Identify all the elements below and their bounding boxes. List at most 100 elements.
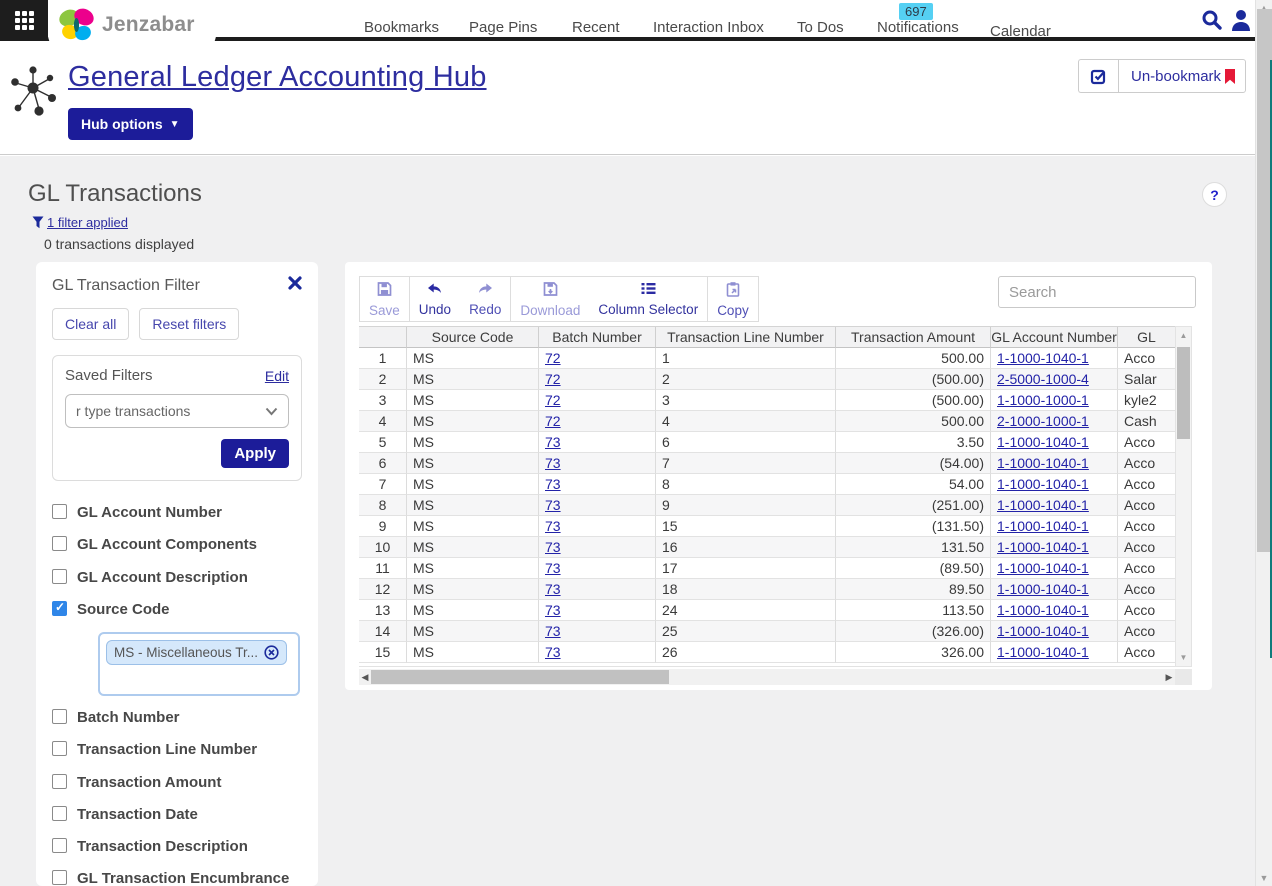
table-row[interactable]: 3MS723(500.00)1-1000-1000-1kyle2 — [359, 390, 1175, 411]
gl-account-number-link[interactable]: 1-1000-1000-1 — [997, 392, 1089, 408]
checkbox-unchecked[interactable] — [52, 536, 67, 551]
user-profile-icon[interactable] — [1231, 8, 1251, 37]
batch-number-link[interactable]: 73 — [545, 497, 561, 513]
checkbox-unchecked[interactable] — [52, 709, 67, 724]
nav-item-to-dos[interactable]: To Dos — [797, 19, 844, 36]
table-row[interactable]: 4MS724500.002-1000-1000-1Cash — [359, 411, 1175, 432]
table-row[interactable]: 6MS737(54.00)1-1000-1040-1Acco — [359, 453, 1175, 474]
scroll-right-icon[interactable]: ▶ — [1163, 669, 1175, 685]
nav-item-recent[interactable]: Recent — [572, 19, 620, 36]
gl-account-number-link[interactable]: 1-1000-1040-1 — [997, 623, 1089, 639]
batch-number-link[interactable]: 73 — [545, 602, 561, 618]
table-row[interactable]: 2MS722(500.00)2-5000-1000-4Salar — [359, 369, 1175, 390]
clear-all-button[interactable]: Clear all — [52, 308, 129, 340]
undo-button[interactable]: Undo — [410, 277, 460, 321]
nav-item-calendar[interactable]: Calendar — [990, 23, 1051, 40]
filters-applied-link[interactable]: 1 filter applied — [47, 215, 128, 230]
close-icon[interactable] — [288, 276, 302, 295]
column-header-transaction-line-number[interactable]: Transaction Line Number — [656, 327, 836, 348]
grid-vertical-scrollbar[interactable]: ▲ ▼ — [1175, 326, 1192, 667]
help-button[interactable]: ? — [1202, 182, 1227, 207]
batch-number-link[interactable]: 72 — [545, 371, 561, 387]
gl-account-number-link[interactable]: 1-1000-1040-1 — [997, 476, 1089, 492]
column-selector-button[interactable]: Column Selector — [589, 277, 707, 321]
gl-account-number-link[interactable]: 1-1000-1040-1 — [997, 455, 1089, 471]
apply-button[interactable]: Apply — [221, 439, 289, 468]
checkbox-unchecked[interactable] — [52, 569, 67, 584]
table-row[interactable]: 15MS7326326.001-1000-1040-1Acco — [359, 642, 1175, 663]
checkbox-unchecked[interactable] — [52, 741, 67, 756]
gl-account-number-link[interactable]: 1-1000-1040-1 — [997, 539, 1089, 555]
nav-item-notifications[interactable]: Notifications — [877, 19, 959, 36]
batch-number-link[interactable]: 73 — [545, 560, 561, 576]
batch-number-link[interactable]: 72 — [545, 413, 561, 429]
bookmark-check-button[interactable] — [1078, 59, 1118, 93]
column-header-source-code[interactable]: Source Code — [407, 327, 539, 348]
checkbox-unchecked[interactable] — [52, 838, 67, 853]
table-row[interactable]: 9MS7315(131.50)1-1000-1040-1Acco — [359, 516, 1175, 537]
grid-horizontal-scrollbar[interactable]: ◀ ▶ — [359, 669, 1175, 685]
nav-item-page-pins[interactable]: Page Pins — [469, 19, 537, 36]
column-header-gl[interactable]: GL — [1118, 327, 1175, 348]
table-row[interactable]: 11MS7317(89.50)1-1000-1040-1Acco — [359, 558, 1175, 579]
table-row[interactable]: 12MS731889.501-1000-1040-1Acco — [359, 579, 1175, 600]
hub-options-button[interactable]: Hub options ▼ — [68, 108, 193, 140]
grid-hscroll-thumb[interactable] — [371, 670, 669, 684]
gl-account-number-link[interactable]: 1-1000-1040-1 — [997, 560, 1089, 576]
batch-number-link[interactable]: 73 — [545, 623, 561, 639]
gl-account-number-link[interactable]: 2-1000-1000-1 — [997, 413, 1089, 429]
gl-account-number-link[interactable]: 1-1000-1040-1 — [997, 581, 1089, 597]
checkbox-unchecked[interactable] — [52, 774, 67, 789]
download-button[interactable]: Download — [511, 277, 589, 321]
gl-account-number-link[interactable]: 1-1000-1040-1 — [997, 350, 1089, 366]
batch-number-link[interactable]: 73 — [545, 455, 561, 471]
table-row[interactable]: 14MS7325(326.00)1-1000-1040-1Acco — [359, 621, 1175, 642]
search-icon[interactable] — [1201, 9, 1223, 36]
nav-item-interaction-inbox[interactable]: Interaction Inbox — [653, 19, 764, 36]
apps-menu-button[interactable] — [0, 0, 48, 41]
table-row[interactable]: 7MS73854.001-1000-1040-1Acco — [359, 474, 1175, 495]
edit-saved-filters-link[interactable]: Edit — [265, 368, 289, 384]
table-row[interactable]: 1MS721500.001-1000-1040-1Acco — [359, 348, 1175, 369]
column-header-row-number[interactable] — [359, 327, 407, 348]
gl-account-number-link[interactable]: 1-1000-1040-1 — [997, 497, 1089, 513]
batch-number-link[interactable]: 73 — [545, 434, 561, 450]
nav-item-bookmarks[interactable]: Bookmarks — [364, 19, 439, 36]
batch-number-link[interactable]: 73 — [545, 476, 561, 492]
gl-account-number-link[interactable]: 1-1000-1040-1 — [997, 518, 1089, 534]
column-header-transaction-amount[interactable]: Transaction Amount — [836, 327, 991, 348]
checkbox-unchecked[interactable] — [52, 870, 67, 885]
batch-number-link[interactable]: 73 — [545, 539, 561, 555]
batch-number-link[interactable]: 72 — [545, 392, 561, 408]
batch-number-link[interactable]: 73 — [545, 644, 561, 660]
gl-account-number-link[interactable]: 1-1000-1040-1 — [997, 602, 1089, 618]
jenzabar-logo[interactable]: Jenzabar — [48, 0, 216, 49]
gl-account-number-link[interactable]: 1-1000-1040-1 — [997, 434, 1089, 450]
scroll-down-icon[interactable]: ▼ — [1176, 650, 1191, 665]
scroll-down-icon[interactable]: ▼ — [1256, 870, 1272, 886]
column-header-batch-number[interactable]: Batch Number — [539, 327, 656, 348]
table-row[interactable]: 5MS7363.501-1000-1040-1Acco — [359, 432, 1175, 453]
table-row[interactable]: 8MS739(251.00)1-1000-1040-1Acco — [359, 495, 1175, 516]
checkbox-checked[interactable] — [52, 601, 67, 616]
checkbox-unchecked[interactable] — [52, 806, 67, 821]
gl-account-number-link[interactable]: 1-1000-1040-1 — [997, 644, 1089, 660]
grid-vscroll-thumb[interactable] — [1177, 347, 1190, 439]
table-row[interactable]: 13MS7324113.501-1000-1040-1Acco — [359, 600, 1175, 621]
filters-applied-row[interactable]: 1 filter applied — [32, 215, 128, 230]
table-row[interactable]: 10MS7316131.501-1000-1040-1Acco — [359, 537, 1175, 558]
chip-remove-icon[interactable] — [264, 645, 279, 660]
scroll-up-icon[interactable]: ▲ — [1176, 328, 1191, 343]
gl-account-number-link[interactable]: 2-5000-1000-4 — [997, 371, 1089, 387]
saved-filter-select[interactable]: r type transactions — [65, 394, 289, 428]
copy-button[interactable]: Copy — [708, 277, 758, 321]
checkbox-unchecked[interactable] — [52, 504, 67, 519]
column-header-gl-account-number[interactable]: GL Account Number — [991, 327, 1118, 348]
redo-button[interactable]: Redo — [460, 277, 510, 321]
batch-number-link[interactable]: 73 — [545, 518, 561, 534]
unbookmark-button[interactable]: Un-bookmark — [1118, 59, 1246, 93]
batch-number-link[interactable]: 72 — [545, 350, 561, 366]
hub-title-link[interactable]: General Ledger Accounting Hub — [68, 61, 487, 94]
scroll-left-icon[interactable]: ◀ — [359, 669, 371, 685]
search-input[interactable] — [998, 276, 1196, 308]
